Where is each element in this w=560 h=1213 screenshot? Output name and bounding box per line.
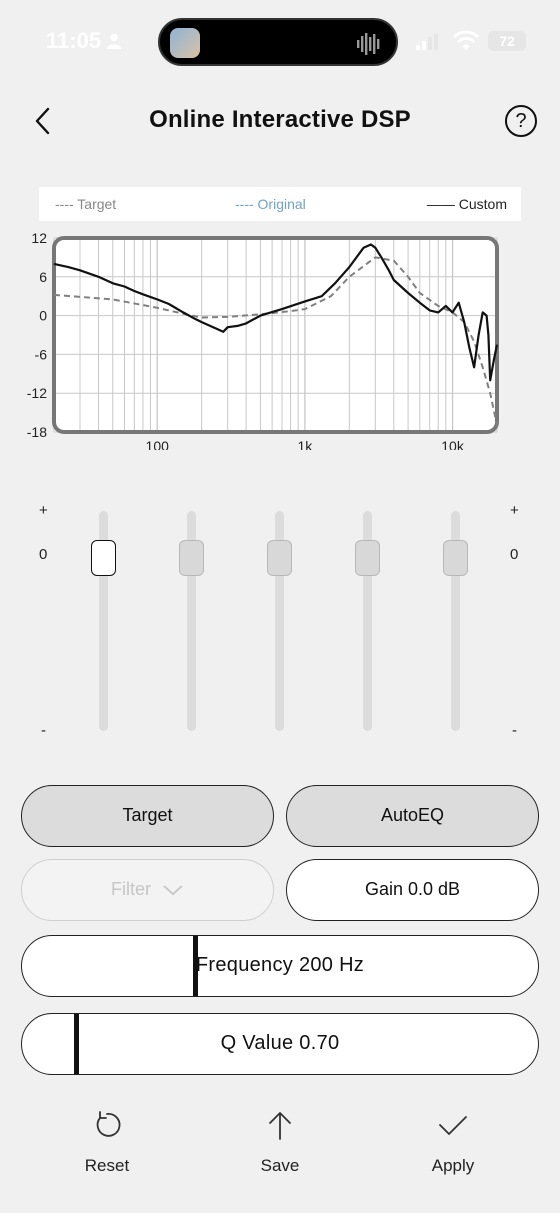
chevron-down-icon <box>163 885 183 896</box>
legend-target: ---- Target <box>55 196 117 212</box>
waveform-icon <box>357 33 380 55</box>
x-tick-label: 1k <box>297 438 313 450</box>
frequency-response-chart[interactable]: 12 6 0 -6 -12 -18 100 1k 10k <box>0 230 560 450</box>
help-button[interactable]: ? <box>505 105 537 137</box>
legend-custom: —— Custom <box>426 196 507 212</box>
eq-zero-label-left: 0 <box>39 546 48 563</box>
y-tick-label: -6 <box>35 346 48 362</box>
eq-band-5-thumb[interactable] <box>443 540 468 576</box>
y-tick-label: 12 <box>31 230 47 246</box>
checkmark-icon <box>439 1116 467 1135</box>
equalizer-bands: + 0 - + 0 - <box>0 500 560 750</box>
signal-icon <box>416 34 438 50</box>
frequency-handle[interactable] <box>193 936 198 996</box>
legend-original: ---- Original <box>235 196 306 212</box>
header: Online Interactive DSP ? <box>0 96 560 146</box>
frequency-end-dot <box>502 963 508 969</box>
filter-dropdown[interactable]: Filter <box>21 859 274 921</box>
y-tick-label: -18 <box>27 424 47 440</box>
eq-zero-label-right: 0 <box>510 546 519 563</box>
q-value-label: Q Value 0.70 <box>220 1032 340 1054</box>
eq-plus-label-left: + <box>39 502 48 519</box>
frequency-label: Frequency 200 Hz <box>195 954 365 976</box>
save-label: Save <box>260 1156 300 1175</box>
eq-band-3-thumb[interactable] <box>267 540 292 576</box>
x-tick-label: 100 <box>146 438 170 450</box>
save-button[interactable]: Save <box>220 1108 340 1176</box>
eq-plus-label-right: + <box>510 502 519 519</box>
eq-minus-label-right: - <box>512 722 517 739</box>
frequency-slider[interactable]: Frequency 200 Hz <box>21 935 539 997</box>
q-value-handle[interactable] <box>74 1014 79 1074</box>
y-tick-label: -12 <box>27 385 47 401</box>
eq-minus-label-left: - <box>41 722 46 739</box>
filter-label: Filter <box>110 879 151 899</box>
upload-arrow-icon <box>269 1112 291 1140</box>
chart-legend: ---- Target ---- Original —— Custom <box>39 187 521 221</box>
y-tick-label: 6 <box>39 269 47 285</box>
dynamic-island <box>158 18 398 66</box>
status-time: 11:05 <box>46 28 102 53</box>
q-value-slider[interactable]: Q Value 0.70 <box>21 1013 539 1075</box>
eq-band-1-thumb[interactable] <box>91 540 116 576</box>
eq-band-4-thumb[interactable] <box>355 540 380 576</box>
wifi-icon <box>453 31 479 50</box>
autoeq-button[interactable]: AutoEQ <box>286 785 539 847</box>
status-bar: 11:05 72 <box>0 0 560 84</box>
apply-label: Apply <box>431 1156 475 1175</box>
apply-button[interactable]: Apply <box>393 1108 513 1176</box>
page-title: Online Interactive DSP <box>149 106 411 133</box>
target-button[interactable]: Target <box>21 785 274 847</box>
gain-button[interactable]: Gain 0.0 dB <box>286 859 539 921</box>
now-playing-artwork <box>170 28 200 58</box>
eq-band-2-thumb[interactable] <box>179 540 204 576</box>
y-tick-label: 0 <box>39 308 47 324</box>
frequency-response-plot[interactable]: 12 6 0 -6 -12 -18 100 1k 10k <box>0 230 560 450</box>
reset-icon <box>96 1111 121 1137</box>
reset-button[interactable]: Reset <box>47 1108 167 1176</box>
reset-label: Reset <box>84 1156 130 1175</box>
battery-indicator: 72 <box>488 31 526 51</box>
plot-area <box>54 238 497 432</box>
person-icon <box>107 33 121 49</box>
x-tick-label: 10k <box>441 438 465 450</box>
